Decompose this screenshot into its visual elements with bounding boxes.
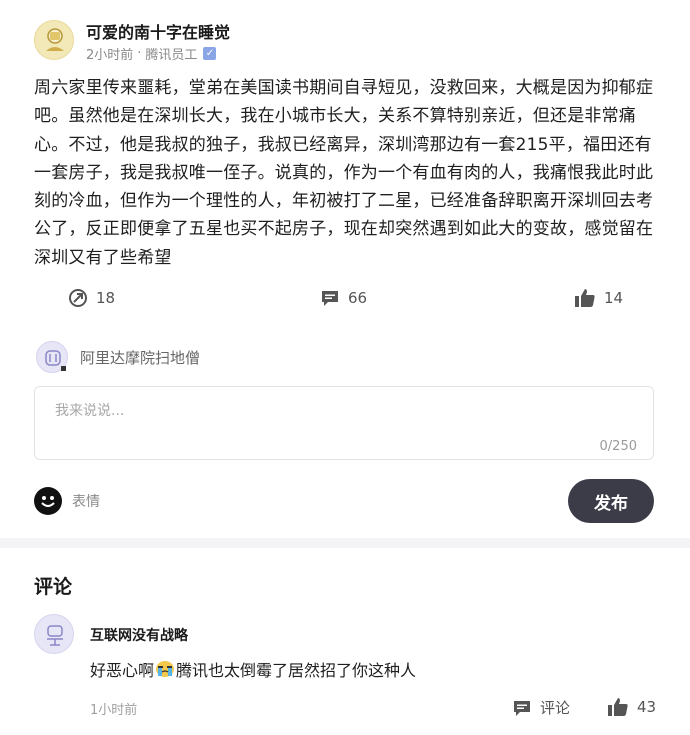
comment-box[interactable]: 0/250	[34, 386, 654, 460]
like-button[interactable]: 14	[574, 288, 623, 308]
comment-like-count: 43	[637, 698, 657, 716]
comment-icon	[322, 291, 338, 306]
char-counter: 0/250	[599, 439, 637, 454]
comment-input[interactable]	[55, 403, 615, 419]
comment-like-button[interactable]: 43	[607, 697, 656, 717]
thumbs-up-icon	[575, 289, 595, 307]
comment-text-part: 好恶心啊	[90, 661, 155, 680]
post-actions: 18 66 14	[0, 288, 690, 314]
like-count: 14	[604, 289, 624, 307]
share-count: 18	[96, 289, 116, 307]
comment-text: 好恶心啊 腾讯也太倒霉了居然招了你这种人	[90, 657, 416, 681]
share-icon	[69, 289, 87, 307]
comment-author-name[interactable]: 互联网没有战略	[90, 625, 188, 645]
author-name[interactable]: 可爱的南十字在睡觉	[86, 19, 230, 43]
comment-author-avatar[interactable]	[34, 614, 74, 654]
chair-avatar-icon	[47, 625, 63, 646]
emoji-icon	[34, 487, 62, 515]
post-content: 周六家里传来噩耗，堂弟在美国读书期间自寻短见，没救回来，大概是因为抑郁症吧。虽然…	[34, 78, 654, 268]
robot-avatar-icon	[45, 350, 66, 371]
comments-title: 评论	[34, 576, 73, 598]
comment-time: 1小时前	[90, 703, 138, 718]
section-divider	[0, 538, 690, 548]
comment-reply-button[interactable]: 评论	[512, 697, 570, 718]
author-role: 腾讯员工	[145, 48, 198, 63]
crying-emoji-icon	[155, 660, 175, 678]
emoji-label: 表情	[72, 494, 100, 510]
comment-reply-label: 评论	[540, 699, 571, 717]
current-user-name: 阿里达摩院扫地僧	[80, 349, 201, 367]
author-avatar[interactable]	[34, 20, 74, 60]
comment-button[interactable]: 66	[320, 288, 367, 308]
post-meta: 2小时前 · 腾讯员工 ✓	[86, 44, 217, 63]
post-time: 2小时前	[86, 48, 134, 63]
emoji-button[interactable]: 表情	[34, 487, 100, 515]
avatar-figure-icon	[46, 28, 64, 51]
post-card: 可爱的南十字在睡觉 2小时前 · 腾讯员工 ✓ 周六家里传来噩耗，堂弟在美国读书…	[0, 0, 690, 538]
thumbs-up-icon	[608, 698, 628, 716]
comment-text-part: 腾讯也太倒霉了居然招了你这种人	[176, 661, 417, 680]
share-button[interactable]: 18	[68, 288, 115, 308]
verified-icon: ✓	[203, 47, 217, 60]
comment-count: 66	[348, 289, 368, 307]
meta-separator: ·	[137, 46, 142, 61]
current-user-avatar[interactable]	[36, 341, 68, 373]
comments-section: 评论 互联网没有战略 好恶心啊 腾讯也太倒霉了居然招了你这种人 1小时前 评论 …	[0, 548, 690, 735]
comment-icon	[514, 700, 530, 716]
publish-button[interactable]: 发布	[568, 479, 654, 523]
